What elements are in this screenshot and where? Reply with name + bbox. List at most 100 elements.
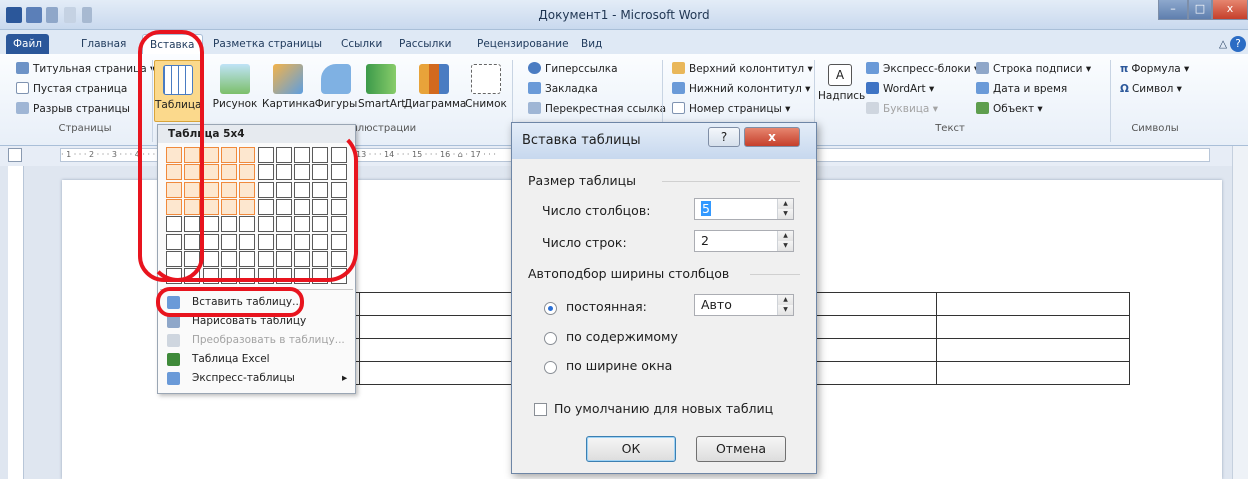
- object-icon: [976, 102, 989, 114]
- page-break-label: Разрыв страницы: [33, 103, 130, 115]
- radio-autofit-content[interactable]: [544, 332, 557, 345]
- equation-button[interactable]: π Формула ▾: [1120, 60, 1189, 78]
- tab-file[interactable]: Файл: [6, 34, 50, 54]
- cover-page-icon: [16, 62, 29, 74]
- tab-view[interactable]: Вид: [574, 34, 609, 54]
- page-break-button[interactable]: Разрыв страницы: [16, 100, 130, 118]
- header-label: Верхний колонтитул ▾: [689, 63, 813, 75]
- quick-tables-item[interactable]: Экспресс-таблицы ▸: [158, 369, 355, 388]
- page-number-button[interactable]: Номер страницы ▾: [672, 100, 790, 118]
- vertical-ruler[interactable]: [8, 166, 24, 479]
- ok-button[interactable]: ОК: [586, 436, 676, 462]
- header-button[interactable]: Верхний колонтитул ▾: [672, 60, 813, 78]
- picture-button[interactable]: Рисунок: [210, 60, 260, 122]
- shapes-label: Фигуры: [314, 98, 358, 110]
- smartart-label: SmartArt: [358, 98, 406, 110]
- clipart-button[interactable]: Картинка: [262, 60, 315, 122]
- maximize-button[interactable]: □: [1188, 0, 1212, 20]
- dropcap-label: Буквица ▾: [883, 103, 938, 115]
- columns-spin-up[interactable]: ▲: [777, 199, 793, 209]
- footer-button[interactable]: Нижний колонтитул ▾: [672, 80, 810, 98]
- rows-value: 2: [701, 233, 709, 248]
- chart-button[interactable]: Диаграмма: [404, 60, 466, 122]
- screenshot-label: Снимок: [465, 98, 507, 110]
- smartart-icon: [366, 64, 396, 94]
- tab-review[interactable]: Рецензирование: [470, 34, 576, 54]
- default-checkbox[interactable]: [534, 403, 547, 416]
- bookmark-button[interactable]: Закладка: [528, 80, 598, 98]
- hyperlink-icon: [528, 62, 541, 74]
- excel-table-item[interactable]: Таблица Excel: [158, 350, 355, 369]
- tab-home[interactable]: Главная: [74, 34, 133, 54]
- radio-fixed-width[interactable]: [544, 302, 557, 315]
- columns-label: Число столбцов:: [542, 203, 651, 218]
- shapes-button[interactable]: Фигуры: [314, 60, 358, 122]
- picture-label: Рисунок: [212, 98, 258, 110]
- tab-page-layout[interactable]: Разметка страницы: [206, 34, 329, 54]
- submenu-arrow-icon: ▸: [342, 372, 348, 384]
- quick-parts-icon: [866, 62, 879, 74]
- tab-selector[interactable]: [8, 148, 22, 162]
- footer-icon: [672, 82, 685, 94]
- tab-references[interactable]: Ссылки: [334, 34, 389, 54]
- date-time-button[interactable]: Дата и время: [976, 80, 1067, 98]
- fixed-width-spin-down[interactable]: ▼: [777, 305, 793, 315]
- object-button[interactable]: Объект ▾: [976, 100, 1043, 118]
- dropcap-icon: [866, 102, 879, 114]
- columns-spin-down[interactable]: ▼: [777, 209, 793, 219]
- cross-reference-button[interactable]: Перекрестная ссылка: [528, 100, 666, 118]
- blank-page-button[interactable]: Пустая страница: [16, 80, 127, 98]
- smartart-button[interactable]: SmartArt: [358, 60, 406, 122]
- tab-mailings[interactable]: Рассылки: [392, 34, 458, 54]
- rows-spin-up[interactable]: ▲: [777, 231, 793, 241]
- excel-table-icon: [167, 353, 180, 366]
- signature-line-label: Строка подписи ▾: [993, 63, 1092, 75]
- help-icon[interactable]: ?: [1230, 36, 1246, 52]
- fixed-width-spin-up[interactable]: ▲: [777, 295, 793, 305]
- signature-line-button[interactable]: Строка подписи ▾: [976, 60, 1091, 78]
- quick-tables-icon: [167, 372, 180, 385]
- screenshot-icon: [471, 64, 501, 94]
- rows-label: Число строк:: [542, 235, 627, 250]
- symbol-button[interactable]: Ω Символ ▾: [1120, 80, 1182, 98]
- cross-reference-icon: [528, 102, 541, 114]
- autofit-section-title: Автоподбор ширины столбцов: [528, 266, 730, 281]
- footer-label: Нижний колонтитул ▾: [689, 83, 811, 95]
- convert-to-table-item[interactable]: Преобразовать в таблицу...: [158, 331, 355, 350]
- signature-line-icon: [976, 62, 989, 74]
- shapes-icon: [321, 64, 351, 94]
- dropcap-button[interactable]: Буквица ▾: [866, 100, 938, 118]
- table-cell[interactable]: [936, 315, 1130, 339]
- table-cell[interactable]: [936, 292, 1130, 316]
- columns-value: 5: [701, 201, 711, 216]
- annotation-outline-grid-lower: [148, 130, 358, 282]
- dialog-help-button[interactable]: ?: [708, 127, 740, 147]
- clipart-icon: [273, 64, 303, 94]
- cancel-button[interactable]: Отмена: [696, 436, 786, 462]
- date-time-icon: [976, 82, 989, 94]
- table-cell[interactable]: [936, 361, 1130, 385]
- quick-tables-label: Экспресс-таблицы: [192, 372, 295, 384]
- quick-parts-button[interactable]: Экспресс-блоки ▾: [866, 60, 979, 78]
- cover-page-button[interactable]: Титульная страница ▾: [16, 60, 155, 78]
- radio-autofit-window[interactable]: [544, 361, 557, 374]
- vertical-scrollbar[interactable]: [1232, 146, 1248, 479]
- group-label-text: Текст: [935, 123, 965, 134]
- hyperlink-button[interactable]: Гиперссылка: [528, 60, 618, 78]
- radio-window-label: по ширине окна: [566, 358, 673, 373]
- textbox-button[interactable]: A Надпись: [818, 60, 865, 122]
- title-bar: Документ1 - Microsoft Word – □ x: [0, 0, 1248, 30]
- table-cell[interactable]: [936, 338, 1130, 362]
- wordart-button[interactable]: WordArt ▾: [866, 80, 934, 98]
- rows-spin-down[interactable]: ▼: [777, 241, 793, 251]
- convert-to-table-icon: [167, 334, 180, 347]
- page-number-label: Номер страницы ▾: [689, 103, 791, 115]
- cover-page-label: Титульная страница ▾: [33, 63, 156, 75]
- close-button[interactable]: x: [1212, 0, 1248, 20]
- object-label: Объект ▾: [993, 103, 1043, 115]
- excel-table-label: Таблица Excel: [192, 353, 270, 365]
- cross-reference-label: Перекрестная ссылка: [545, 103, 667, 115]
- screenshot-button[interactable]: Снимок: [464, 60, 508, 122]
- minimize-button[interactable]: –: [1158, 0, 1188, 20]
- dialog-close-button[interactable]: x: [744, 127, 800, 147]
